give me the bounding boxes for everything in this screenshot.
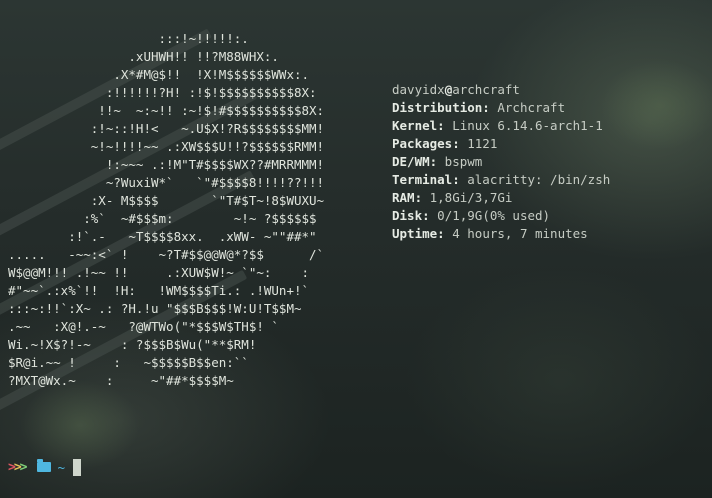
info-value: bspwm: [437, 154, 483, 169]
wallpaper-plant: [600, 60, 712, 150]
info-row-terminal: Terminal: alacritty: /bin/zsh: [392, 171, 610, 189]
info-value: Linux 6.14.6-arch1-1: [444, 118, 603, 133]
prompt-arrow-green: >: [19, 459, 28, 475]
info-key: Terminal:: [392, 172, 460, 187]
ascii-line: .~~ :X@!.-~ ?@WTWo("*$$$W$TH$! `: [8, 319, 279, 334]
ascii-line: .X*#M@$!! !X!M$$$$$$WWx:.: [8, 67, 310, 82]
info-key: Disk:: [392, 208, 430, 223]
info-value: alacritty: /bin/zsh: [459, 172, 611, 187]
user-host-line: davyidx@archcraft: [392, 81, 610, 99]
ascii-line: Wi.~!X$?!-~ : ?$$$B$Wu("**$RM!: [8, 337, 257, 352]
terminal-window[interactable]: :::!~!!!!!:. .xUHWH!! !!?M88WHX:. .X*#M@…: [0, 0, 712, 498]
hostname: archcraft: [452, 82, 520, 97]
current-directory: ~: [57, 459, 66, 475]
ascii-line: ~!~!!!!~~ .:XW$$$U!!?$$$$$$RMM!: [8, 139, 325, 154]
ascii-line: :!`.- ~T$$$$8xx. .xWW- ~""##*": [8, 229, 317, 244]
info-value: 1121: [459, 136, 498, 151]
info-key: Packages:: [392, 136, 460, 151]
info-key: Uptime:: [392, 226, 445, 241]
ascii-line: ~?WuxiW*` `"#$$$$8!!!!??!!!: [8, 175, 325, 190]
ascii-line: !!~ ~:~!! :~!$!#$$$$$$$$$$8X:: [8, 103, 325, 118]
ascii-line: ..... -~~:<` ! ~?T#$$@@W@*?$$ /`: [8, 247, 325, 262]
ascii-line: :X- M$$$$ `"T#$T~!8$WUXU~: [8, 193, 325, 208]
system-info: davyidx@archcraft Distribution: Archcraf…: [392, 81, 610, 243]
info-row-distribution: Distribution: Archcraft: [392, 99, 610, 117]
ascii-line: :::~:!!`:X~ .: ?H.!u "$$$B$$$!W:U!T$$M~: [8, 301, 302, 316]
shell-prompt[interactable]: >>> ~: [8, 458, 82, 476]
info-row-packages: Packages: 1121: [392, 135, 610, 153]
info-row-uptime: Uptime: 4 hours, 7 minutes: [392, 225, 610, 243]
info-row-kernel: Kernel: Linux 6.14.6-arch1-1: [392, 117, 610, 135]
text-cursor[interactable]: [73, 458, 82, 476]
ascii-line: :!~::!H!< ~.U$X!?R$$$$$$$$MM!: [8, 121, 325, 136]
ascii-line: $R@i.~~ ! : ~$$$$$B$$en:``: [8, 355, 249, 370]
info-value: Archcraft: [489, 100, 566, 115]
ascii-line: .xUHWH!! !!?M88WHX:.: [8, 49, 279, 64]
wallpaper-plant: [20, 380, 140, 470]
info-key: Distribution:: [392, 100, 490, 115]
ascii-line: #"~~`.:x%`!! !H: !WM$$$$Ti.: .!WUn+!`: [8, 283, 310, 298]
info-row-disk: Disk: 0/1,9G(0% used): [392, 207, 610, 225]
ascii-line: !:~~~ .:!M"T#$$$$WX??#MRRMMM!: [8, 157, 325, 172]
info-value: 1,8Gi/3,7Gi: [422, 190, 513, 205]
username: davyidx: [392, 82, 445, 97]
info-value: 0/1,9G(0% used): [429, 208, 551, 223]
info-row-ram: RAM: 1,8Gi/3,7Gi: [392, 189, 610, 207]
info-value: 4 hours, 7 minutes: [444, 226, 588, 241]
info-key: Kernel:: [392, 118, 445, 133]
ascii-line: :!!!!!!?H! :!$!$$$$$$$$$$8X:: [8, 85, 317, 100]
prompt-arrows: >>>: [8, 459, 28, 475]
info-row-de-wm: DE/WM: bspwm: [392, 153, 610, 171]
folder-icon: [37, 459, 52, 472]
ascii-line: :::!~!!!!!:.: [8, 31, 249, 46]
ascii-logo: :::!~!!!!!:. .xUHWH!! !!?M88WHX:. .X*#M@…: [8, 30, 324, 390]
info-key: RAM:: [392, 190, 423, 205]
ascii-line: W$@@M!!! .!~~ !! .:XUW$W!~ `"~: :: [8, 265, 310, 280]
info-key: DE/WM:: [392, 154, 438, 169]
ascii-line: :%` ~#$$$m: ~!~ ?$$$$$$: [8, 211, 317, 226]
ascii-line: ?MXT@Wx.~ : ~"##*$$$$M~: [8, 373, 234, 388]
